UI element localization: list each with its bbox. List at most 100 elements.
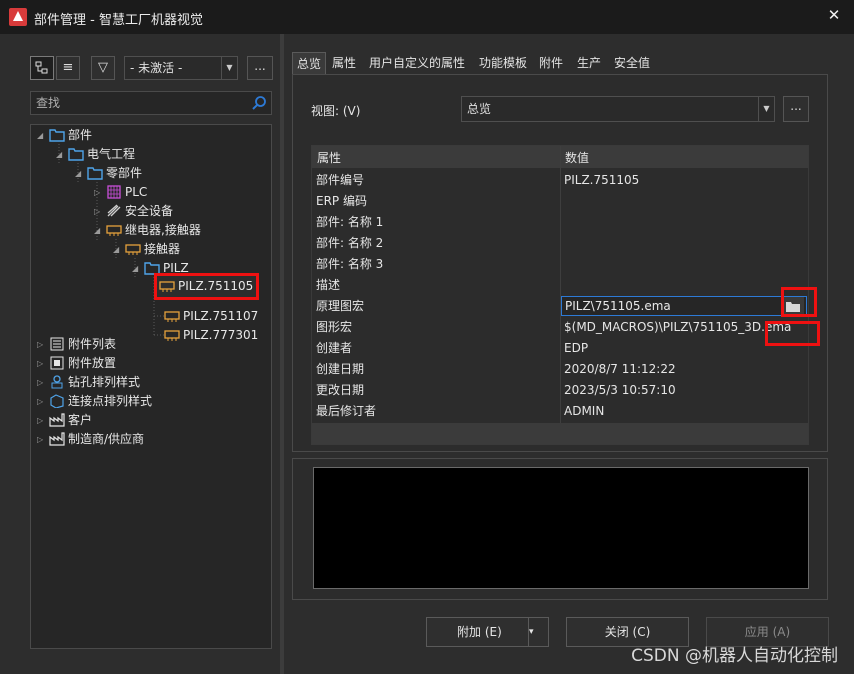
tree-item-connection-patterns[interactable]: ▷ 连接点排列样式 [37,392,152,411]
tab-safety-values[interactable]: 安全值 [614,52,650,74]
table-row[interactable]: 描述 [312,275,808,296]
add-button-label: 附加 (E) [457,625,502,639]
tree-item-label: 附件列表 [68,337,117,351]
tree-item-components[interactable]: ◢ 零部件 [75,164,142,183]
expand-toggle[interactable]: ◢ [56,145,68,164]
expand-toggle[interactable]: ▷ [37,430,49,449]
app-warning-icon [9,8,27,26]
schematic-macro-field[interactable]: PILZ\751105.ema [561,296,807,316]
tree-item-drilling-patterns[interactable]: ▷ 钻孔排列样式 [37,373,140,392]
expand-toggle[interactable]: ▷ [37,354,49,373]
table-row[interactable]: ERP 编码 [312,191,808,212]
filter-more-button[interactable]: ... [247,56,273,80]
tab-user-defined-properties[interactable]: 用户自定义的属性 [369,52,465,74]
folder-icon [68,147,84,161]
part-icon [164,328,180,342]
tree-item-safety-devices[interactable]: ▷ 安全设备 [94,202,173,221]
filter-scheme-dropdown[interactable]: - 未激活 - ▼ [124,56,238,80]
expand-toggle[interactable]: ◢ [113,240,125,259]
right-panel: 总览 属性 用户自定义的属性 功能模板 附件 生产 安全值 视图: (V) 总览… [284,34,854,674]
tab-function-templates[interactable]: 功能模板 [479,52,527,74]
safety-device-icon [106,204,122,218]
relay-icon [106,223,122,237]
tree-item-label: 继电器,接触器 [125,223,201,237]
tree-item-pilz-751107[interactable]: PILZ.751107 [164,307,258,326]
tree-view-icon [35,61,48,74]
factory-icon [49,412,65,427]
highlight-graphic-macro [765,321,820,346]
view-more-button[interactable]: ... [783,96,809,122]
tab-production[interactable]: 生产 [577,52,601,74]
tree-item-plc[interactable]: ▷ PLC [94,183,147,202]
highlight-folder-button [781,287,817,317]
table-row[interactable]: 最后修订者 ADMIN [312,401,808,422]
folder-icon [87,166,103,180]
property-name: 部件: 名称 1 [316,215,384,229]
table-row[interactable]: 部件: 名称 1 [312,212,808,233]
table-row[interactable]: 更改日期 2023/5/3 10:57:10 [312,380,808,401]
expand-toggle[interactable]: ▷ [37,411,49,430]
search-icon[interactable] [251,95,267,111]
close-window-button[interactable]: ✕ [822,4,846,26]
tree-item-accessory-placement[interactable]: ▷ 附件放置 [37,354,116,373]
connection-pattern-icon [49,393,65,408]
search-input[interactable] [31,92,247,114]
table-row[interactable]: 部件: 名称 3 [312,254,808,275]
view-dropdown[interactable]: 总览 ▼ [461,96,775,122]
expand-toggle[interactable]: ▷ [94,183,106,202]
property-name: ERP 编码 [316,194,367,208]
table-footer [312,423,808,444]
tree-item-label: PILZ.751105 [178,279,254,293]
expand-toggle[interactable]: ▷ [37,335,49,354]
tree-item-parts[interactable]: ◢ 部件 [37,126,92,145]
part-icon [159,279,175,293]
column-header-value[interactable]: 数值 [565,149,589,166]
tree-item-label: 制造商/供应商 [68,432,145,446]
table-row[interactable]: 创建者 EDP [312,338,808,359]
tree-item-pilz-751105[interactable]: PILZ.751105 [154,273,260,300]
list-view-button[interactable]: ≡ [56,56,80,80]
tree-item-contactors[interactable]: ◢ 接触器 [113,240,180,259]
schematic-macro-value: PILZ\751105.ema [565,299,671,313]
expand-toggle[interactable]: ▷ [37,373,49,392]
tree-item-manufacturers[interactable]: ▷ 制造商/供应商 [37,430,144,449]
property-value: 2023/5/3 10:57:10 [564,383,676,397]
expand-toggle[interactable]: ◢ [37,126,49,145]
plc-icon [106,184,122,199]
property-name: 更改日期 [316,383,365,397]
macro-preview-area [313,467,809,589]
tree-item-customers[interactable]: ▷ 客户 [37,411,92,430]
filter-button[interactable]: ▽ [91,56,115,80]
tab-properties[interactable]: 属性 [332,52,356,74]
tree-item-label: PILZ.777301 [183,328,259,342]
expand-toggle[interactable]: ◢ [94,221,106,240]
tree-view-button[interactable] [30,56,54,80]
tree-item-label: 零部件 [106,166,143,180]
tree-item-electrical[interactable]: ◢ 电气工程 [56,145,135,164]
tab-overview[interactable]: 总览 [292,52,327,74]
chevron-down-icon: ▼ [221,57,237,79]
property-name: 部件编号 [316,173,365,187]
watermark: CSDN @机器人自动化控制 [631,646,838,666]
table-row[interactable]: 创建日期 2020/8/7 11:12:22 [312,359,808,380]
add-button[interactable]: 附加 (E) ▾ [426,617,549,647]
expand-toggle[interactable]: ▷ [94,202,106,221]
chevron-down-icon: ▼ [758,97,774,121]
table-row[interactable]: 部件: 名称 2 [312,233,808,254]
expand-toggle[interactable]: ◢ [132,259,144,278]
column-header-property[interactable]: 属性 [317,149,341,166]
tab-accessories[interactable]: 附件 [539,52,563,74]
tree-item-pilz-777301[interactable]: PILZ.777301 [164,326,258,345]
drill-pattern-icon [49,374,65,389]
tree-item-accessory-lists[interactable]: ▷ 附件列表 [37,335,116,354]
tree-item-relays-contactors[interactable]: ◢ 继电器,接触器 [94,221,201,240]
table-row[interactable]: 图形宏 $(MD_MACROS)\PILZ\751105_3D.ema [312,317,808,338]
property-value: ADMIN [564,404,605,418]
expand-toggle[interactable]: ▷ [37,392,49,411]
table-row[interactable]: 原理图宏 PILZ\751105.ema [312,296,808,317]
table-row[interactable]: 部件编号 PILZ.751105 [312,170,808,191]
expand-toggle[interactable]: ◢ [75,164,87,183]
chevron-down-icon[interactable]: ▾ [528,618,548,646]
folder-icon [49,128,65,142]
tree-item-label: PILZ.751107 [183,309,259,323]
